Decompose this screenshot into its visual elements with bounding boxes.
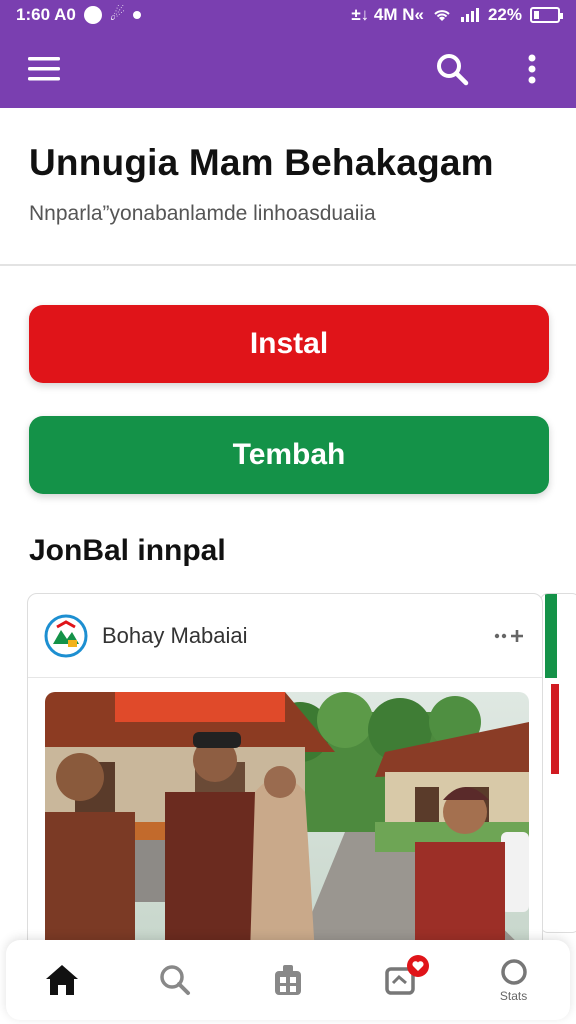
status-extra-icon: ☄ — [109, 5, 126, 24]
status-right: ±↓ 4M N« 22% — [351, 5, 563, 25]
photo-scene — [45, 692, 529, 952]
wifi-icon — [434, 10, 450, 21]
card-name: Bohay Mabaiai — [102, 622, 248, 648]
app-bar-actions — [432, 49, 552, 89]
menu-icon[interactable] — [24, 49, 64, 89]
bottom-nav: Stats — [6, 940, 570, 1020]
nav-apps[interactable] — [248, 945, 328, 1015]
notification-badge — [406, 955, 429, 977]
content-card[interactable]: Bohay Mabaiai — [27, 593, 543, 953]
page-title: Unnugia Mam Behakagam — [29, 142, 494, 183]
card-photo — [45, 692, 529, 952]
battery-fill — [534, 11, 539, 19]
home-icon — [46, 965, 79, 995]
status-bar: 1:60 A0 ☄ ±↓ 4M N« 22% — [0, 0, 576, 30]
battery-text: 22% — [487, 5, 522, 24]
notification-icon — [83, 6, 102, 24]
signal-icon — [460, 8, 479, 22]
peek-red-accent — [551, 684, 559, 774]
install-button[interactable]: Instal — [29, 305, 549, 383]
search-icon[interactable] — [432, 49, 472, 89]
battery-icon — [530, 7, 563, 23]
app-logo-icon — [44, 614, 88, 657]
heart-icon — [412, 961, 424, 971]
more-vert-icon[interactable] — [512, 49, 552, 89]
network-indicators: ±↓ 4M N« — [351, 5, 424, 24]
search-icon — [160, 965, 191, 995]
status-time: 1:60 A0 — [16, 5, 76, 24]
header-section — [0, 108, 576, 266]
dot-icon — [133, 11, 142, 19]
nav-home[interactable] — [22, 945, 102, 1015]
apps-icon — [274, 965, 301, 995]
page-subtitle: Nnparla”yonabanlamde linhoasduaiia — [29, 202, 376, 225]
status-left: 1:60 A0 ☄ — [16, 5, 142, 25]
app-bar — [0, 30, 576, 108]
card-header: Bohay Mabaiai — [28, 594, 542, 678]
more-add-icon[interactable] — [494, 626, 526, 646]
peek-green-accent — [545, 594, 557, 678]
section-title: JonBal innpal — [29, 534, 226, 567]
nav-profile-label: Stats — [499, 989, 528, 1003]
profile-icon — [500, 959, 527, 985]
add-button[interactable]: Tembah — [29, 416, 549, 494]
next-card-peek[interactable] — [540, 593, 576, 933]
nav-inbox[interactable] — [361, 945, 441, 1015]
nav-search[interactable] — [135, 945, 215, 1015]
nav-profile[interactable]: Stats — [474, 945, 554, 1015]
